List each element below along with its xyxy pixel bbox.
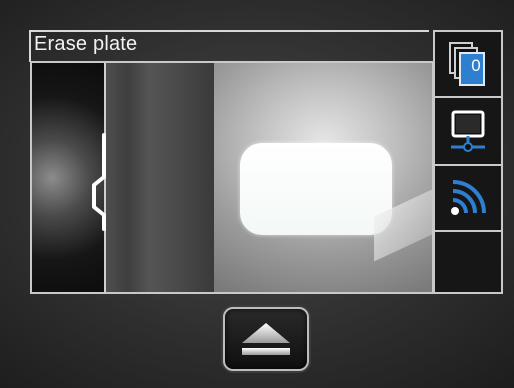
eject-button[interactable]: [223, 307, 309, 371]
image-plate: [240, 143, 392, 235]
wireless-signal-icon: [451, 180, 486, 215]
erase-animation-panel: [30, 61, 434, 294]
scanner-body: [106, 63, 214, 292]
empty-status-slot: [435, 232, 501, 292]
erase-scene: [214, 63, 432, 292]
page-title: Erase plate: [34, 33, 138, 55]
plate-counter-value: 0: [471, 56, 481, 75]
wireless-status[interactable]: [435, 166, 501, 232]
plate-counter-status[interactable]: 0: [435, 32, 501, 98]
monitor-network-icon: [451, 110, 485, 152]
device-screen: Erase plate 0: [0, 0, 514, 388]
status-sidebar: 0: [433, 30, 503, 294]
network-status[interactable]: [435, 98, 501, 166]
eject-icon: [242, 323, 290, 355]
